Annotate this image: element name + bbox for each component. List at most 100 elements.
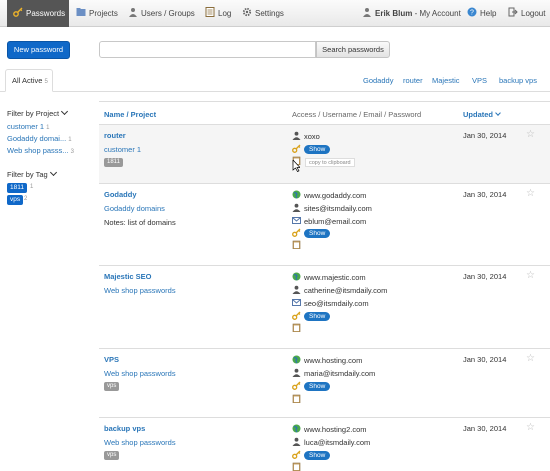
entry-tag[interactable]: 1811 [104,158,123,167]
user-icon [292,203,301,212]
nav-projects[interactable]: Projects [76,0,118,27]
entry-tag[interactable]: vps [104,382,120,391]
new-password-button[interactable]: New password [7,41,70,59]
key-icon [292,228,301,237]
show-password-button[interactable]: Show [304,145,331,154]
access-link[interactable]: www.hosting.com [304,356,362,365]
show-password-button[interactable]: Show [304,451,331,460]
entry-project[interactable]: Web shop passwords [104,438,176,447]
sidebar-project-item[interactable]: customer 11 [7,122,49,131]
entry-project[interactable]: Web shop passwords [104,286,176,295]
tab-godaddy[interactable]: Godaddy [363,76,393,85]
nav-help[interactable]: ? Help [467,0,496,27]
entry-name[interactable]: VPS [104,355,119,364]
email-value: seo@itsmdaily.com [304,299,369,308]
nav-label: Log [218,9,232,18]
entry-name[interactable]: Majestic SEO [104,272,152,281]
chevron-down-icon [61,107,69,116]
star-icon[interactable]: ☆ [526,270,535,281]
entry-project[interactable]: Web shop passwords [104,369,176,378]
envelope-icon [292,299,301,306]
entry-updated: Jan 30, 2014 [463,190,507,199]
project-label: customer 1 [7,122,45,131]
access-link[interactable]: www.hosting2.com [304,425,367,434]
tab-all-active[interactable]: All Active 5 [5,69,53,92]
user-icon [292,285,301,294]
email-value: eblum@email.com [304,217,367,226]
col-updated[interactable]: Updated [463,110,501,119]
filter-by-tag-heading[interactable]: Filter by Tag [7,168,57,179]
key-icon [292,381,301,390]
table-row[interactable]: router customer 1 1811 Jan 30, 2014 ☆ xo… [99,125,550,184]
nav-log[interactable]: Log [205,0,231,27]
entry-tag[interactable]: vps [104,451,120,460]
copy-field [292,394,304,405]
tab-majestic[interactable]: Majestic [432,76,460,85]
filter-by-project-heading[interactable]: Filter by Project [7,107,69,118]
sidebar-tag-1811[interactable]: 1811 [7,183,27,193]
show-password-button[interactable]: Show [304,382,331,391]
star-icon[interactable]: ☆ [526,353,535,364]
username-field: sites@itsmdaily.com [292,203,372,214]
globe-icon [292,272,301,281]
entry-name[interactable]: router [104,131,126,140]
table-row[interactable]: VPS Web shop passwords vps Jan 30, 2014 … [99,349,550,418]
entry-project[interactable]: Godaddy domains [104,204,165,213]
search-input[interactable] [99,41,316,58]
entry-project[interactable]: customer 1 [104,145,141,154]
nav-label: Settings [255,9,284,18]
heading-label: Filter by Project [7,109,60,118]
entry-updated: Jan 30, 2014 [463,272,507,281]
key-icon [292,311,301,320]
clipboard-icon[interactable] [292,240,301,249]
nav-passwords[interactable]: Passwords [7,0,69,27]
tab-vps[interactable]: VPS [472,76,487,85]
nav-label: Users / Groups [141,9,195,18]
sidebar-project-item[interactable]: Godaddy domai... 1 [7,134,72,143]
project-label: Godaddy domai... [7,134,67,143]
entry-name[interactable]: backup vps [104,424,145,433]
user-icon [292,131,301,140]
nav-settings[interactable]: Settings [242,0,284,27]
nav-label: Projects [89,9,118,18]
access-link[interactable]: www.godaddy.com [304,191,366,200]
account-link-text: - My Account [412,9,461,18]
show-password-button[interactable]: Show [304,312,331,321]
table-row[interactable]: Majestic SEO Web shop passwords Jan 30, … [99,266,550,349]
search-passwords-button[interactable]: Search passwords [316,41,390,58]
sort-caret-icon [495,110,501,116]
tab-backup-vps[interactable]: backup vps [499,76,537,85]
nav-users-groups[interactable]: Users / Groups [128,0,195,27]
entry-updated: Jan 30, 2014 [463,424,507,433]
clipboard-icon[interactable] [292,462,301,471]
envelope-icon [292,217,301,224]
access-link[interactable]: www.majestic.com [304,273,366,282]
copy-field: copy to clipboard [292,156,355,167]
username-value: luca@itsmdaily.com [304,438,371,447]
copy-field [292,323,304,334]
entry-name[interactable]: Godaddy [104,190,137,199]
username-field: catherine@itsmdaily.com [292,285,387,296]
nav-my-account[interactable]: Erik Blum - My Account [362,0,461,27]
sidebar-tag-vps[interactable]: vps [7,195,24,205]
sidebar-project-item[interactable]: Web shop passs... 3 [7,146,74,155]
table-header: Name / Project Access / Username / Email… [99,101,550,125]
show-password-button[interactable]: Show [304,229,331,238]
clipboard-icon[interactable] [292,394,301,403]
clipboard-icon[interactable] [292,323,301,332]
tab-router[interactable]: router [403,76,423,85]
project-label: Web shop passs... [7,146,69,155]
entry-notes: Notes: list of domains [104,218,176,227]
star-icon[interactable]: ☆ [526,188,535,199]
table-row[interactable]: backup vps Web shop passwords vps Jan 30… [99,418,550,471]
col-updated-label: Updated [463,110,493,119]
username-value: xoxo [304,132,320,141]
col-name-project[interactable]: Name / Project [104,110,156,119]
users-icon [129,8,137,17]
globe-icon [292,424,301,433]
star-icon[interactable]: ☆ [526,422,535,433]
nav-logout[interactable]: Logout [508,0,545,27]
table-row[interactable]: Godaddy Godaddy domains Notes: list of d… [99,184,550,266]
star-icon[interactable]: ☆ [526,129,535,140]
username-value: sites@itsmdaily.com [304,204,372,213]
